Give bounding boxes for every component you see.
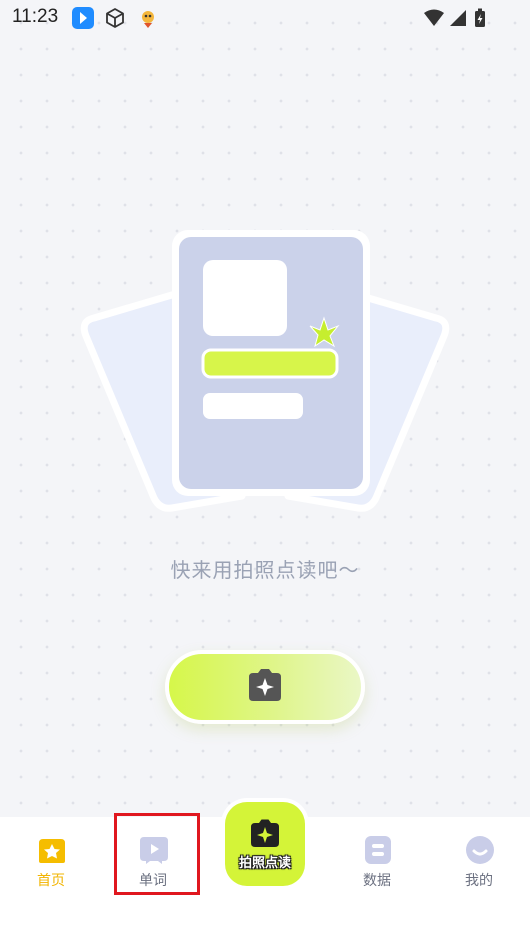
tab-home[interactable]: 首页 [6, 817, 96, 897]
cube-icon [104, 7, 126, 29]
tab-data-label: 数据 [363, 873, 391, 889]
wifi-icon [424, 9, 444, 26]
photo-read-button[interactable] [165, 650, 365, 724]
tab-photo-read-label: 拍照点读 [238, 856, 291, 871]
data-icon [362, 835, 394, 865]
empty-state-caption: 快来用拍照点读吧～ [170, 558, 360, 582]
status-bar: 11:23 [0, 0, 530, 36]
empty-state-illustration [72, 226, 458, 516]
app-blue-icon [72, 7, 94, 29]
rocket-mascot-icon [137, 7, 159, 29]
battery-charging-icon [475, 8, 485, 27]
tab-data[interactable]: 数据 [332, 817, 422, 897]
status-time: 11:23 [12, 6, 59, 27]
tab-home-label: 首页 [37, 873, 65, 889]
front-card [172, 230, 370, 496]
tab-photo-read[interactable]: 拍照点读 [225, 802, 305, 886]
tab-words[interactable]: 单词 [108, 817, 198, 897]
cellular-signal-icon [450, 10, 466, 26]
tab-mine[interactable]: 我的 [434, 817, 524, 897]
profile-face-icon [464, 835, 496, 865]
camera-sparkle-icon [243, 667, 287, 707]
tab-mine-label: 我的 [465, 873, 493, 889]
status-right-icons [422, 8, 492, 32]
camera-sparkle-icon [247, 818, 283, 852]
home-icon [36, 835, 68, 865]
tab-words-label: 单词 [139, 873, 167, 889]
video-play-icon [138, 835, 170, 865]
